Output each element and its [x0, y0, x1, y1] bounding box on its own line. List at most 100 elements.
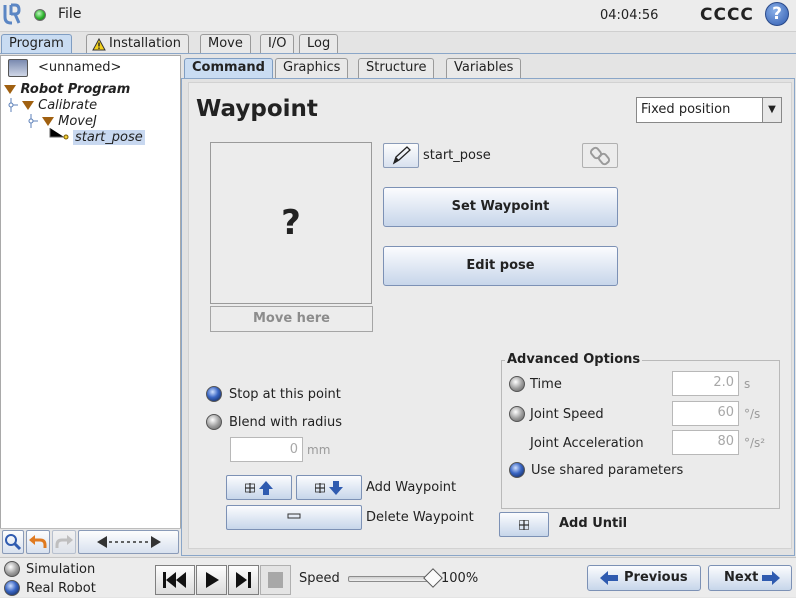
joint-speed-label: Joint Speed: [530, 407, 604, 422]
search-icon[interactable]: [2, 530, 24, 554]
link-button[interactable]: [582, 143, 618, 168]
real-robot-radio[interactable]: [4, 580, 20, 596]
stop-label: Stop at this point: [229, 387, 341, 402]
chevron-down-icon[interactable]: ▼: [762, 98, 781, 122]
delete-waypoint-label: Delete Waypoint: [366, 510, 474, 525]
previous-label: Previous: [624, 570, 688, 585]
undo-icon[interactable]: [26, 530, 50, 554]
joint-accel-label: Joint Acceleration: [530, 436, 644, 451]
previous-button[interactable]: Previous: [587, 565, 701, 591]
joint-speed-input[interactable]: 60: [672, 401, 739, 426]
advanced-options-title: Advanced Options: [505, 352, 643, 367]
joint-speed-unit: °/s: [744, 407, 761, 421]
step-button[interactable]: [228, 565, 259, 595]
pose-preview: ?: [210, 142, 372, 304]
arrow-left-icon: [600, 571, 618, 585]
move-down-button[interactable]: [296, 475, 362, 500]
tree-item-label: Robot Program: [20, 82, 131, 97]
save-icon[interactable]: [8, 59, 28, 77]
warning-icon: [92, 38, 106, 51]
step-icon: [236, 572, 251, 588]
delete-waypoint-button[interactable]: [226, 505, 362, 530]
position-type-select[interactable]: Fixed position: [636, 97, 782, 123]
expand-icon: [22, 101, 34, 110]
redo-icon[interactable]: [52, 530, 76, 554]
tab-command[interactable]: Command: [184, 58, 273, 78]
move-up-button[interactable]: [226, 475, 292, 500]
robot-name: CCCC: [700, 5, 754, 25]
time-input[interactable]: 2.0: [672, 371, 739, 396]
tree-item-label: MoveJ: [58, 114, 97, 129]
speed-value: 100%: [441, 571, 479, 586]
tab-variables[interactable]: Variables: [446, 58, 522, 78]
file-menu[interactable]: File: [58, 6, 81, 22]
top-bar: [0, 0, 796, 32]
tab-program[interactable]: Program: [1, 34, 72, 54]
joint-accel-unit: °/s²: [744, 436, 766, 450]
stop-button[interactable]: [260, 565, 291, 595]
time-unit: s: [744, 377, 751, 391]
add-until-label: Add Until: [559, 516, 628, 531]
tree-item-start-pose[interactable]: start_pose: [73, 130, 145, 145]
page-title: Waypoint: [196, 96, 318, 122]
edit-pose-button[interactable]: Edit pose: [383, 246, 618, 286]
rename-button[interactable]: [383, 143, 419, 168]
waypoint-name: start_pose: [423, 148, 491, 163]
tab-io[interactable]: I/O: [260, 34, 295, 54]
joint-accel-input[interactable]: 80: [672, 430, 739, 455]
delete-icon: [287, 513, 301, 519]
clock: 04:04:56: [600, 8, 659, 23]
tree-item-robot-program[interactable]: Robot Program: [4, 82, 130, 97]
next-button[interactable]: Next: [708, 565, 792, 591]
tree-item-calibrate[interactable]: Calibrate: [22, 98, 97, 113]
simulation-radio[interactable]: [4, 561, 20, 577]
blend-radius-input[interactable]: 0: [230, 437, 303, 462]
rewind-icon: [163, 572, 186, 588]
play-icon: [206, 572, 219, 588]
add-icon: [519, 520, 529, 530]
speed-slider[interactable]: [348, 576, 432, 582]
add-until-button[interactable]: [499, 512, 549, 537]
tab-graphics[interactable]: Graphics: [275, 58, 349, 78]
tab-installation-label: Installation: [109, 36, 182, 51]
tab-log[interactable]: Log: [299, 34, 339, 54]
next-label: Next: [724, 570, 759, 585]
shared-params-label: Use shared parameters: [531, 463, 684, 478]
shared-params-radio[interactable]: [509, 462, 525, 478]
joint-speed-radio[interactable]: [509, 406, 525, 422]
stop-radio[interactable]: [206, 386, 222, 402]
tab-divider: [0, 53, 796, 54]
blend-label: Blend with radius: [229, 415, 343, 430]
help-icon[interactable]: ?: [765, 2, 789, 26]
rewind-button[interactable]: [155, 565, 195, 595]
time-radio[interactable]: [509, 376, 525, 392]
tab-structure[interactable]: Structure: [358, 58, 435, 78]
move-here-button[interactable]: Move here: [210, 306, 373, 332]
tab-move[interactable]: Move: [200, 34, 251, 54]
tree-connector-icon: [49, 128, 69, 140]
add-waypoint-label: Add Waypoint: [366, 480, 457, 495]
stop-icon: [268, 572, 283, 588]
play-button[interactable]: [196, 565, 227, 595]
arrow-right-icon: [762, 571, 780, 585]
expand-icon: [4, 85, 16, 94]
simulation-label: Simulation: [26, 562, 96, 577]
expand-icon: [42, 117, 54, 126]
set-waypoint-button[interactable]: Set Waypoint: [383, 187, 618, 227]
program-name: <unnamed>: [38, 60, 122, 75]
tree-connector-icon: [28, 114, 38, 128]
real-robot-label: Real Robot: [26, 581, 96, 596]
time-label: Time: [530, 377, 562, 392]
blend-unit: mm: [307, 443, 331, 457]
tree-connector-icon: [8, 98, 18, 112]
cut-icon[interactable]: [78, 530, 179, 554]
link-icon: [589, 146, 611, 166]
tab-installation[interactable]: Installation: [86, 34, 190, 54]
blend-radio[interactable]: [206, 414, 222, 430]
speed-label: Speed: [299, 571, 340, 586]
move-down-icon: [315, 481, 343, 495]
tree-item-movej[interactable]: MoveJ: [42, 114, 97, 129]
ur-logo-icon[interactable]: [2, 3, 22, 27]
move-up-icon: [245, 481, 273, 495]
status-dot-icon: [34, 9, 46, 21]
